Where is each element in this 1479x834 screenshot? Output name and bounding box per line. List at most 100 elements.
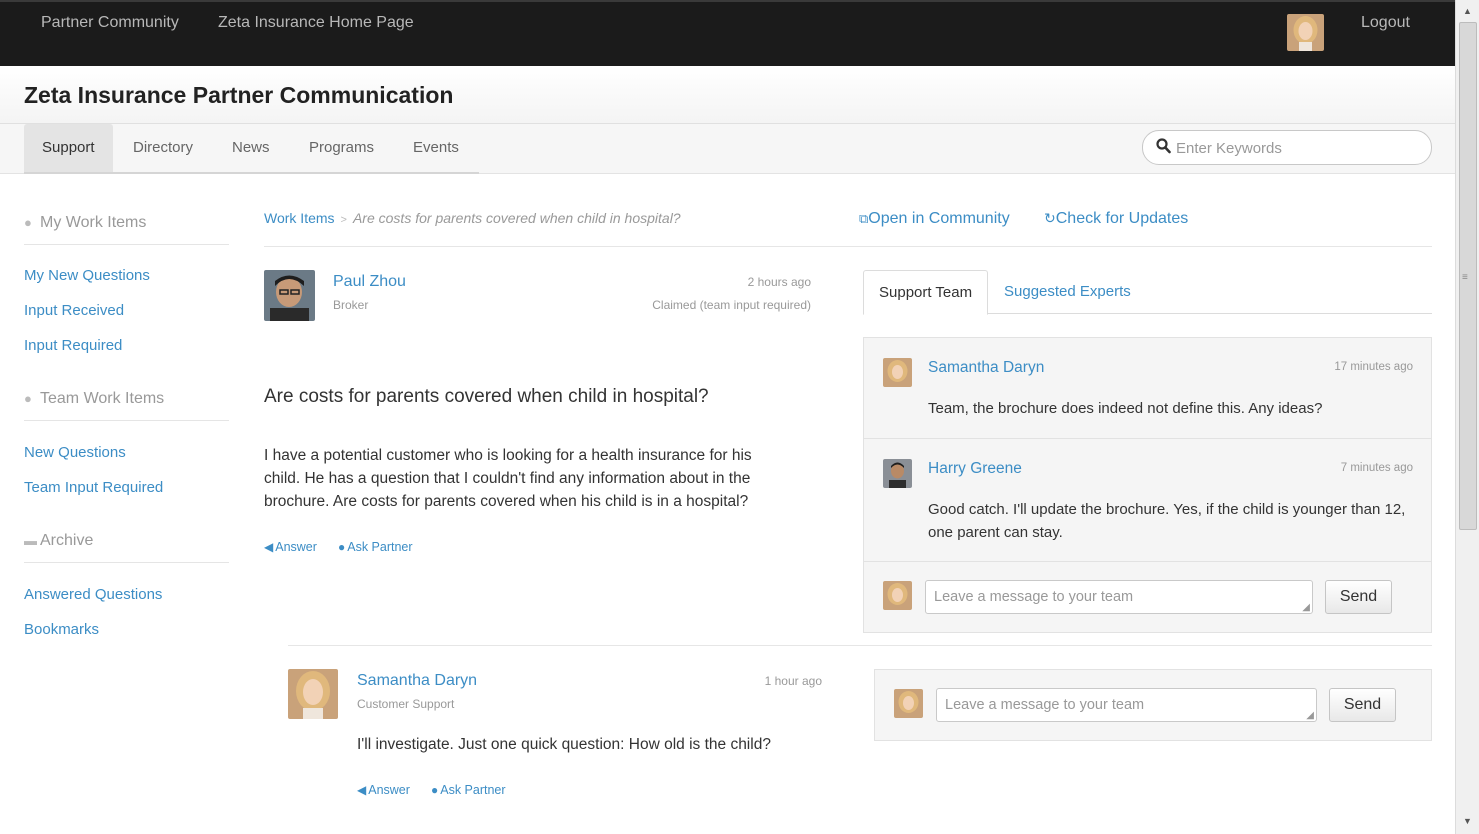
- team-work-items-label: Team Work Items: [40, 390, 165, 407]
- message-avatar[interactable]: [883, 358, 912, 387]
- scrollbar-grip-icon: ≡: [1462, 272, 1468, 283]
- my-work-items-label: My Work Items: [40, 214, 147, 231]
- composer-avatar: [883, 581, 912, 610]
- ask-partner-icon: ●: [338, 540, 346, 554]
- scroll-down-icon[interactable]: ▼: [1463, 816, 1472, 826]
- sidebar-item-team-input-required[interactable]: Team Input Required: [24, 479, 163, 496]
- open-external-icon: ⧉: [859, 211, 869, 226]
- tab-support-team[interactable]: Support Team: [863, 270, 989, 315]
- vertical-scrollbar[interactable]: ▲ ≡ ▼: [1455, 0, 1479, 834]
- search-icon: [1156, 138, 1171, 154]
- ask-partner-button[interactable]: ● Ask Partner: [338, 540, 413, 554]
- partner-community-link[interactable]: Partner Community: [41, 14, 179, 32]
- resize-handle-icon[interactable]: ◢: [1306, 710, 1314, 721]
- tab-directory[interactable]: Directory: [115, 124, 211, 172]
- tab-news[interactable]: News: [214, 124, 288, 172]
- tab-programs[interactable]: Programs: [291, 124, 392, 172]
- message-text-line: Team, the brochure does indeed not defin…: [928, 400, 1323, 417]
- sidebar-item-new-questions[interactable]: New Questions: [24, 444, 126, 461]
- divider: [288, 645, 1432, 646]
- question-body-line: child. He has a question that I couldn't…: [264, 470, 751, 487]
- tab-suggested-experts[interactable]: Suggested Experts: [989, 270, 1146, 314]
- reply-message-placeholder: Leave a message to your team: [945, 697, 1145, 713]
- question-body-line: brochure. Are costs for parents covered …: [264, 493, 749, 510]
- reply-send-button[interactable]: Send: [1329, 688, 1396, 722]
- main-tabs: Support Directory News Programs Events: [0, 124, 1455, 174]
- sidebar-item-my-new-questions[interactable]: My New Questions: [24, 267, 150, 284]
- check-for-updates-label: Check for Updates: [1055, 210, 1189, 227]
- tabs-underline: [24, 172, 479, 174]
- chat-message: Samantha Daryn 17 minutes ago Team, the …: [864, 338, 1431, 439]
- reply-author-role: Customer Support: [357, 697, 455, 711]
- message-author[interactable]: Samantha Daryn: [928, 359, 1044, 377]
- breadcrumb: Work Items > Are costs for parents covered…: [264, 210, 681, 226]
- my-work-items-heading: ● My Work Items: [24, 214, 229, 245]
- author-name[interactable]: Paul Zhou: [333, 273, 406, 291]
- reply-time: 1 hour ago: [764, 674, 822, 688]
- reply-author-name[interactable]: Samantha Daryn: [357, 672, 477, 690]
- reply-answer-button[interactable]: ◀ Answer: [357, 783, 410, 797]
- reply-arrow-icon: ◀: [357, 783, 367, 797]
- team-message-input[interactable]: Leave a message to your team ◢: [925, 580, 1313, 614]
- breadcrumb-current: Are costs for parents covered when child…: [352, 210, 681, 226]
- divider: [264, 246, 1432, 247]
- message-time: 17 minutes ago: [1334, 361, 1413, 373]
- home-page-link[interactable]: Zeta Insurance Home Page: [218, 14, 414, 32]
- archive-box-icon: ▬: [24, 533, 37, 548]
- page-title: Zeta Insurance Partner Communication: [24, 82, 454, 108]
- message-author[interactable]: Harry Greene: [928, 460, 1022, 478]
- open-in-community-link[interactable]: ⧉Open in Community: [859, 210, 1010, 228]
- answer-button[interactable]: ◀ Answer: [264, 540, 317, 554]
- search-input[interactable]: [1176, 136, 1416, 160]
- archive-heading: ▬ Archive: [24, 532, 229, 563]
- sidebar-item-input-received[interactable]: Input Received: [24, 302, 124, 319]
- author-role: Broker: [333, 298, 369, 312]
- breadcrumb-separator: >: [340, 214, 347, 226]
- sidebar-item-answered-questions[interactable]: Answered Questions: [24, 586, 162, 603]
- resize-handle-icon[interactable]: ◢: [1302, 602, 1310, 613]
- post-status: Claimed (team input required): [652, 298, 811, 312]
- archive-label: Archive: [40, 532, 94, 549]
- tab-support[interactable]: Support: [24, 124, 113, 172]
- refresh-icon: ↻: [1044, 210, 1056, 226]
- send-button[interactable]: Send: [1325, 580, 1392, 614]
- message-text: Good catch. I'll update the brochure. Ye…: [928, 498, 1405, 544]
- answer-label: Answer: [368, 783, 410, 797]
- team-work-items-heading: ● Team Work Items: [24, 390, 229, 421]
- reply-arrow-icon: ◀: [264, 540, 274, 554]
- post-time: 2 hours ago: [747, 275, 811, 289]
- logout-link[interactable]: Logout: [1361, 14, 1410, 32]
- question-body: I have a potential customer who is looki…: [264, 444, 752, 513]
- check-for-updates-link[interactable]: ↻Check for Updates: [1044, 210, 1188, 228]
- scroll-up-icon[interactable]: ▲: [1463, 6, 1472, 16]
- reply-author-avatar[interactable]: [288, 669, 338, 719]
- reply-message-input[interactable]: Leave a message to your team ◢: [936, 688, 1317, 722]
- speech-bubble-icon: ●: [24, 215, 32, 230]
- user-avatar[interactable]: [1287, 14, 1324, 51]
- ask-partner-icon: ●: [431, 783, 439, 797]
- open-in-community-label: Open in Community: [868, 210, 1010, 227]
- sidebar-item-bookmarks[interactable]: Bookmarks: [24, 621, 99, 638]
- team-chat-panel: Samantha Daryn 17 minutes ago Team, the …: [863, 337, 1432, 633]
- reply-team-chat-panel: Leave a message to your team ◢ Send: [874, 669, 1432, 741]
- breadcrumb-work-items[interactable]: Work Items: [264, 210, 335, 226]
- page: Partner Community Zeta Insurance Home Pa…: [0, 0, 1479, 834]
- message-text: Team, the brochure does indeed not defin…: [928, 397, 1322, 420]
- search-box[interactable]: [1142, 130, 1432, 165]
- page-header: Zeta Insurance Partner Communication: [0, 66, 1455, 124]
- message-text-line: Good catch. I'll update the brochure. Ye…: [928, 501, 1406, 518]
- tab-events[interactable]: Events: [395, 124, 477, 172]
- ask-partner-label: Ask Partner: [347, 540, 413, 554]
- top-navbar: Partner Community Zeta Insurance Home Pa…: [0, 0, 1455, 66]
- reply-ask-partner-button[interactable]: ● Ask Partner: [431, 783, 506, 797]
- team-message-placeholder: Leave a message to your team: [934, 589, 1134, 605]
- author-avatar[interactable]: [264, 270, 315, 321]
- ask-partner-label: Ask Partner: [440, 783, 506, 797]
- message-time: 7 minutes ago: [1340, 462, 1413, 474]
- question-title: Are costs for parents covered when child…: [264, 386, 709, 407]
- message-avatar[interactable]: [883, 459, 912, 488]
- answer-label: Answer: [275, 540, 317, 554]
- sidebar-item-input-required[interactable]: Input Required: [24, 337, 122, 354]
- composer-avatar: [894, 689, 923, 718]
- right-panel-tabs: Support Team Suggested Experts: [863, 270, 1432, 315]
